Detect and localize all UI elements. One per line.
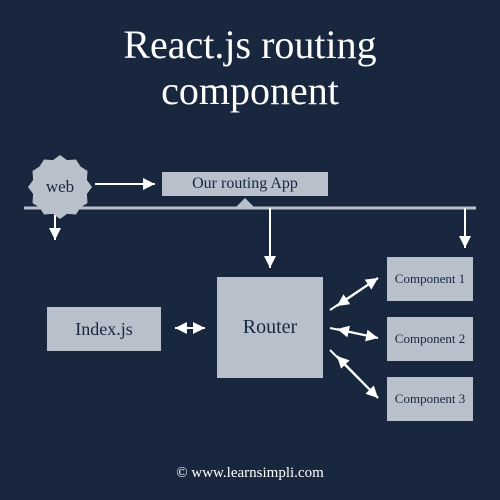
- component-1-node: Component 1: [385, 255, 475, 303]
- routing-app-node: Our routing App: [160, 170, 330, 198]
- footer-text: © www.learnsimpli.com: [176, 465, 323, 481]
- component-3-node: Component 3: [385, 375, 475, 423]
- footer-credit: © www.learnsimpli.com: [0, 465, 500, 482]
- router-node: Router: [215, 275, 325, 380]
- component-3-label: Component 3: [395, 392, 465, 406]
- component-2-node: Component 2: [385, 315, 475, 363]
- diagram-title: React.js routing component: [0, 0, 500, 114]
- routing-app-label: Our routing App: [192, 175, 298, 193]
- index-js-node: Index.js: [45, 305, 163, 353]
- title-line-2: component: [161, 68, 339, 113]
- title-line-1: React.js routing: [123, 22, 376, 67]
- index-js-label: Index.js: [75, 319, 133, 340]
- web-label: web: [46, 177, 74, 197]
- router-label: Router: [243, 316, 297, 339]
- component-2-label: Component 2: [395, 332, 465, 346]
- component-1-label: Component 1: [395, 272, 465, 286]
- web-node: web: [28, 155, 92, 219]
- routing-diagram: web Our routing App Index.js Router Comp…: [0, 150, 500, 450]
